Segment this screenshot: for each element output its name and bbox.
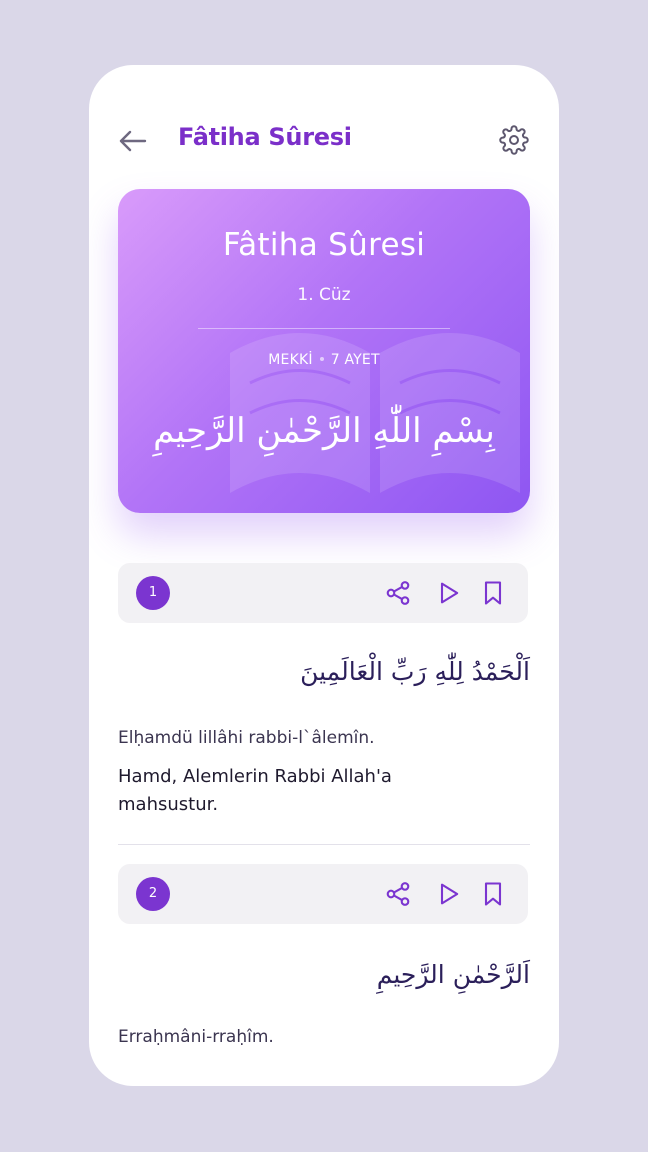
verse-transliteration: Elḥamdü lillâhi rabbi-l`âlemîn. (118, 728, 375, 748)
origin-label: MEKKİ (268, 352, 313, 368)
bookmark-icon (484, 581, 502, 605)
basmala-calligraphy: بِسْمِ اللّٰهِ الرَّحْمٰنِ الرَّحِيمِ (153, 411, 495, 451)
page-title: Fâtiha Sûresi (178, 123, 352, 151)
gear-icon (499, 125, 529, 155)
play-button[interactable] (435, 579, 463, 607)
verse-action-bar: 1 (118, 563, 528, 623)
play-icon (440, 883, 459, 905)
verse-action-bar: 2 (118, 864, 528, 924)
play-icon (440, 582, 459, 604)
share-icon (386, 882, 410, 906)
verse-translation: Hamd, Alemlerin Rabbi Allah'a mahsustur. (118, 766, 392, 815)
share-icon (386, 581, 410, 605)
bookmark-button[interactable] (479, 880, 507, 908)
verse-count-label: 7 AYET (330, 352, 380, 368)
verse-arabic: اَلرَّحْمٰنِ الرَّحِيمِ (376, 960, 530, 989)
verse-divider (118, 844, 530, 845)
bookmark-icon (484, 882, 502, 906)
juz-label: 1. Cüz (297, 285, 351, 305)
verse-transliteration: Erraḥmâni-rraḥîm. (118, 1027, 274, 1047)
bookmark-button[interactable] (479, 579, 507, 607)
phone-frame: Fâtiha Sûresi Fâtiha Sûresi 1. Cüz MEKKİ… (89, 65, 559, 1086)
play-button[interactable] (435, 880, 463, 908)
hero-title: Fâtiha Sûresi (222, 227, 426, 263)
quran-book-icon (230, 333, 520, 493)
verse-number-badge: 2 (136, 877, 170, 911)
verse-arabic: اَلْحَمْدُ لِلّٰهِ رَبِّ الْعَالَمِينَ (300, 657, 530, 686)
share-button[interactable] (384, 579, 412, 607)
surah-hero-card: Fâtiha Sûresi 1. Cüz MEKKİ 7 AYET بِسْمِ … (118, 189, 530, 513)
hero-divider (198, 328, 450, 329)
surah-meta: MEKKİ 7 AYET (118, 352, 530, 368)
verse-number-badge: 1 (136, 576, 170, 610)
settings-button[interactable] (499, 125, 529, 155)
meta-separator (319, 356, 324, 361)
share-button[interactable] (384, 880, 412, 908)
back-button[interactable] (117, 127, 149, 155)
arrow-left-icon (119, 130, 147, 152)
